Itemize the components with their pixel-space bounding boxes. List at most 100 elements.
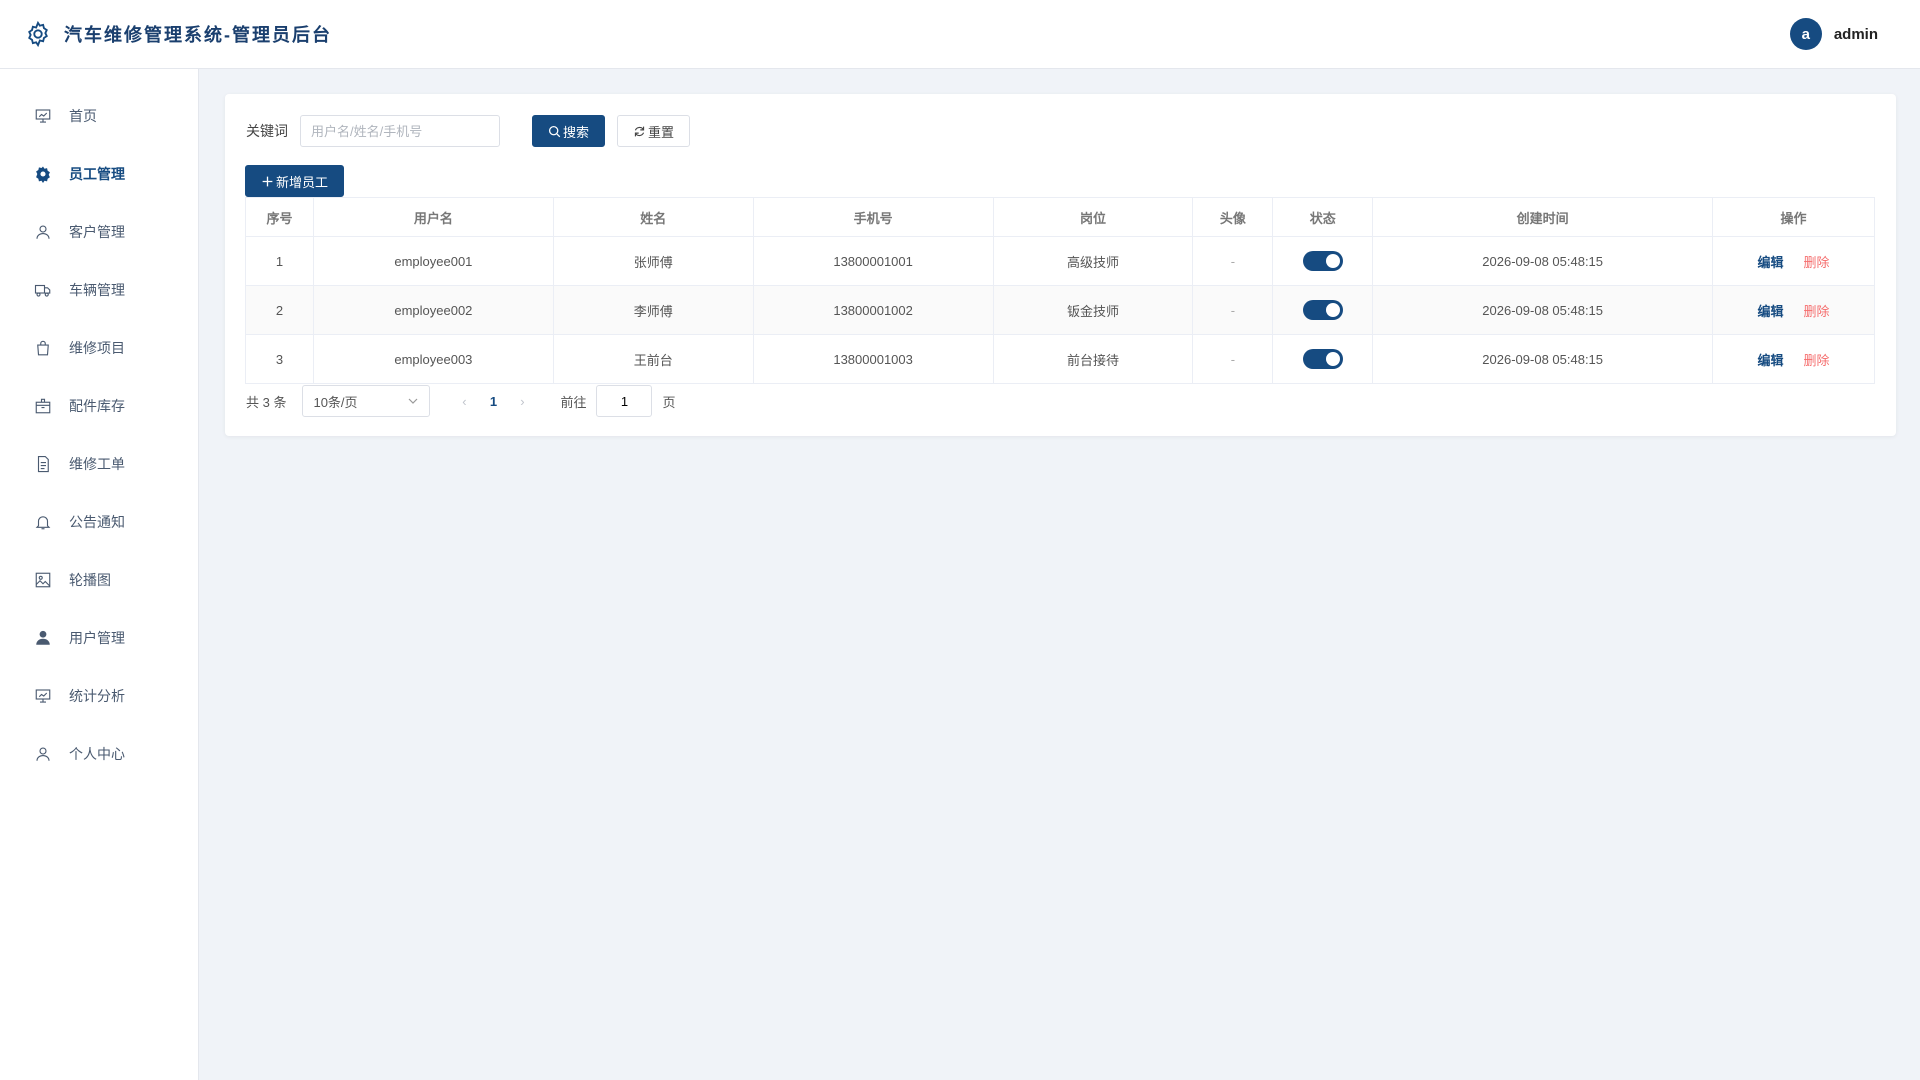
- sidebar-item-employees[interactable]: 员工管理: [0, 145, 198, 203]
- sidebar-item-label: 轮播图: [69, 572, 111, 588]
- total-count: 共 3 条: [246, 394, 287, 410]
- sidebar-item-label: 用户管理: [69, 630, 125, 646]
- page-size-select[interactable]: 10条/页: [302, 385, 431, 417]
- box-icon: [35, 398, 51, 414]
- cell-index: 1: [245, 236, 314, 286]
- user-menu[interactable]: a admin: [1789, 18, 1878, 50]
- sidebar-item-carousel[interactable]: 轮播图: [0, 551, 198, 609]
- document-icon: [37, 455, 49, 473]
- search-bar: 关键词 搜索 重置: [246, 115, 691, 147]
- cell-index: 2: [245, 285, 314, 335]
- delete-button[interactable]: 删除: [1804, 304, 1830, 319]
- keyword-input[interactable]: [300, 115, 500, 147]
- user-icon: [36, 225, 50, 239]
- cell-username: employee003: [312, 334, 554, 384]
- table-row: 2 employee002 李师傅 13800001002 钣金技师 - 202…: [245, 285, 1875, 335]
- reset-button-label: 重置: [648, 124, 675, 140]
- cell-created: 2026-09-08 05:48:15: [1372, 334, 1714, 384]
- sidebar-item-label: 维修工单: [69, 456, 125, 472]
- table-row: 1 employee001 张师傅 13800001001 高级技师 - 202…: [245, 236, 1875, 286]
- search-icon: [548, 125, 561, 137]
- sidebar-item-work-orders[interactable]: 维修工单: [0, 435, 198, 493]
- cell-actions: 编辑 删除: [1712, 334, 1875, 384]
- cell-status: [1272, 236, 1374, 286]
- goto-label: 前往: [560, 394, 587, 410]
- truck-icon: [34, 284, 51, 297]
- sidebar-item-parts-stock[interactable]: 配件库存: [0, 377, 198, 435]
- sidebar-item-label: 统计分析: [69, 688, 125, 704]
- status-toggle[interactable]: [1302, 300, 1343, 320]
- cell-username: employee001: [312, 236, 554, 286]
- cell-created: 2026-09-08 05:48:15: [1372, 285, 1714, 335]
- username[interactable]: admin: [1834, 26, 1878, 43]
- sidebar-item-profile[interactable]: 个人中心: [0, 725, 198, 783]
- column-header-position[interactable]: 岗位: [992, 197, 1194, 237]
- cell-avatar: -: [1192, 236, 1274, 286]
- reset-button[interactable]: 重置: [617, 115, 691, 147]
- sidebar-item-label: 公告通知: [69, 514, 125, 530]
- presentation-board-icon: [35, 689, 51, 703]
- sidebar: 首页 员工管理 客户管理 车辆管理 维修项目 配件库存 维修工单 公告通知 轮播…: [0, 69, 199, 1080]
- app-title: 汽车维修管理系统-管理员后台: [64, 25, 332, 45]
- cell-avatar: -: [1192, 334, 1274, 384]
- column-header-phone[interactable]: 手机号: [752, 197, 994, 237]
- sidebar-item-announcements[interactable]: 公告通知: [0, 493, 198, 551]
- user-filled-icon: [36, 630, 50, 645]
- page-number-current[interactable]: 1: [478, 394, 508, 409]
- edit-button[interactable]: 编辑: [1758, 304, 1784, 319]
- status-toggle[interactable]: [1302, 251, 1343, 271]
- column-header-created[interactable]: 创建时间: [1372, 197, 1714, 237]
- cell-name: 王前台: [552, 334, 754, 384]
- delete-button[interactable]: 删除: [1804, 353, 1830, 368]
- sidebar-item-home[interactable]: 首页: [0, 87, 198, 145]
- sidebar-item-label: 车辆管理: [69, 282, 125, 298]
- sidebar-item-repair-items[interactable]: 维修项目: [0, 319, 198, 377]
- sidebar-item-statistics[interactable]: 统计分析: [0, 667, 198, 725]
- table-row: 3 employee003 王前台 13800001003 前台接待 - 202…: [245, 334, 1875, 384]
- cell-index: 3: [245, 334, 314, 384]
- gear-icon: [36, 166, 50, 183]
- avatar[interactable]: a: [1789, 18, 1822, 50]
- edit-button[interactable]: 编辑: [1758, 255, 1784, 270]
- delete-button[interactable]: 删除: [1804, 255, 1830, 270]
- cell-name: 张师傅: [552, 236, 754, 286]
- cell-position: 高级技师: [992, 236, 1194, 286]
- search-button[interactable]: 搜索: [532, 115, 606, 147]
- sidebar-item-users[interactable]: 用户管理: [0, 609, 198, 667]
- column-header-index[interactable]: 序号: [245, 197, 314, 237]
- prev-page-button[interactable]: ‹: [450, 394, 478, 409]
- cell-phone: 13800001002: [752, 285, 994, 335]
- sidebar-item-label: 维修项目: [69, 340, 125, 356]
- add-employee-label: 新增员工: [276, 174, 329, 190]
- goto-page-input[interactable]: [596, 385, 653, 417]
- cell-position: 前台接待: [992, 334, 1194, 384]
- cell-name: 李师傅: [552, 285, 754, 335]
- column-header-name[interactable]: 姓名: [552, 197, 754, 237]
- column-header-avatar[interactable]: 头像: [1192, 197, 1274, 237]
- brand: 汽车维修管理系统-管理员后台: [24, 20, 332, 48]
- sidebar-item-customers[interactable]: 客户管理: [0, 203, 198, 261]
- sidebar-item-vehicles[interactable]: 车辆管理: [0, 261, 198, 319]
- cell-created: 2026-09-08 05:48:15: [1372, 236, 1714, 286]
- cell-status: [1272, 285, 1374, 335]
- sidebar-item-label: 个人中心: [69, 746, 125, 762]
- cell-username: employee002: [312, 285, 554, 335]
- table-header-row: 序号 用户名 姓名 手机号 岗位 头像 状态 创建时间 操作: [245, 197, 1875, 237]
- employee-table: 序号 用户名 姓名 手机号 岗位 头像 状态 创建时间 操作 1 employe…: [245, 197, 1875, 384]
- plus-icon: [262, 176, 273, 186]
- next-page-button[interactable]: ›: [508, 394, 536, 409]
- cell-status: [1272, 334, 1374, 384]
- cell-avatar: -: [1192, 285, 1274, 335]
- sidebar-item-label: 配件库存: [69, 398, 125, 414]
- top-header: 汽车维修管理系统-管理员后台 a admin: [0, 0, 1920, 69]
- add-employee-button[interactable]: 新增员工: [245, 165, 345, 197]
- column-header-username[interactable]: 用户名: [312, 197, 554, 237]
- column-header-status[interactable]: 状态: [1272, 197, 1374, 237]
- edit-button[interactable]: 编辑: [1758, 353, 1784, 368]
- column-header-actions[interactable]: 操作: [1712, 197, 1875, 237]
- keyword-label: 关键词: [246, 123, 288, 139]
- page-suffix: 页: [662, 394, 676, 410]
- cell-actions: 编辑 删除: [1712, 285, 1875, 335]
- shopping-bag-icon: [37, 340, 49, 356]
- status-toggle[interactable]: [1302, 349, 1343, 369]
